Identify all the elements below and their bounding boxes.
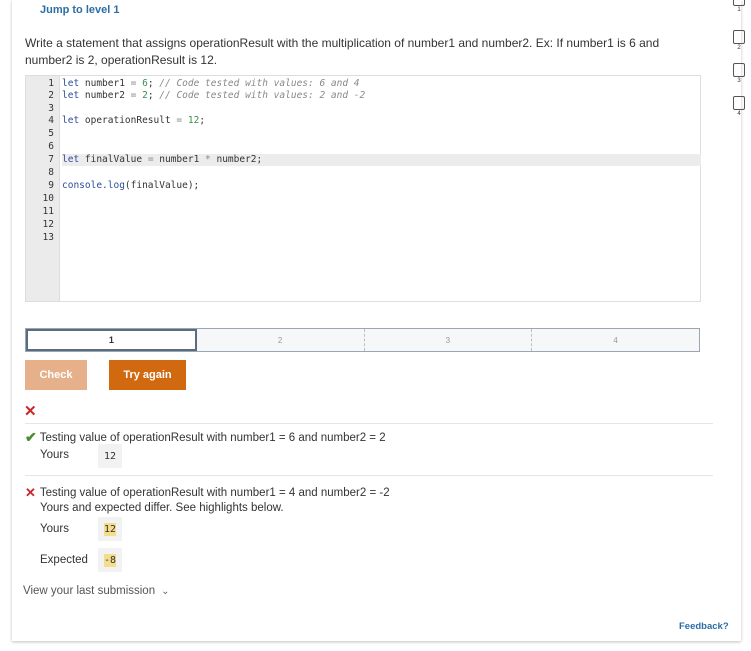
code-line-2: let number2 = 2; // Code tested with val… <box>62 90 366 101</box>
line-number: 8 <box>48 167 54 178</box>
level-2-segment[interactable]: 2 <box>197 329 365 351</box>
level-3-segment[interactable]: 3 <box>365 329 533 351</box>
side-level-3[interactable]: 3 <box>731 63 747 84</box>
code-line-1: let number1 = 6; // Code tested with val… <box>62 78 360 89</box>
test-2-yours-label: Yours <box>40 523 69 535</box>
code-line-9: console.log(finalValue); <box>62 180 200 191</box>
code-line-7: let finalValue = number1 * number2; <box>62 154 701 166</box>
x-mark-icon: ✕ <box>25 485 36 500</box>
test-2-expected-label: Expected <box>40 554 88 566</box>
level-box-icon <box>733 96 745 110</box>
test-2-title: ✕ Testing value of operationResult with … <box>25 485 390 500</box>
try-again-button[interactable]: Try again <box>109 360 186 390</box>
line-number: 13 <box>42 232 54 243</box>
jump-to-level-link[interactable]: Jump to level 1 <box>40 4 119 16</box>
code-line-4: let operationResult = 12; <box>62 115 206 126</box>
line-number: 2 <box>48 90 54 101</box>
line-number: 5 <box>48 128 54 139</box>
test-2-expected-value: -8 <box>98 548 123 572</box>
code-editor[interactable]: 1 2 3 4 5 6 7 8 9 10 11 12 13 let number… <box>25 75 701 302</box>
line-number: 11 <box>42 206 54 217</box>
feedback-link[interactable]: Feedback? <box>679 621 729 632</box>
fail-status-icon: ✕ <box>24 403 37 420</box>
line-number-gutter: 1 2 3 4 5 6 7 8 9 10 11 12 13 <box>26 76 60 301</box>
view-last-submission-toggle[interactable]: View your last submission ⌄ <box>23 585 169 597</box>
chevron-down-icon: ⌄ <box>161 585 170 597</box>
level-4-segment[interactable]: 4 <box>532 329 699 351</box>
checkmark-icon: ✔ <box>25 429 37 445</box>
test-1-title: ✔ Testing value of operationResult with … <box>25 429 386 445</box>
test-1-yours-value: 12 <box>98 444 123 468</box>
level-box-icon <box>733 63 745 77</box>
line-number: 6 <box>48 141 54 152</box>
level-box-icon <box>733 0 745 6</box>
level-box-icon <box>733 30 745 44</box>
line-number: 10 <box>42 193 54 204</box>
side-level-2[interactable]: 2 <box>731 30 747 51</box>
line-number: 4 <box>48 115 54 126</box>
line-number: 3 <box>48 103 54 114</box>
divider <box>25 423 713 424</box>
level-1-segment[interactable]: 1 <box>26 329 197 351</box>
line-number: 12 <box>42 219 54 230</box>
test-1-yours-label: Yours <box>40 449 69 461</box>
test-2-description: Yours and expected differ. See highlight… <box>40 502 284 514</box>
check-button[interactable]: Check <box>25 360 87 390</box>
line-number: 9 <box>48 180 54 191</box>
level-progress-bar: 1 2 3 4 <box>25 328 700 352</box>
problem-prompt: Write a statement that assigns operation… <box>25 36 660 67</box>
side-level-1[interactable]: 1 <box>731 0 747 13</box>
line-number: 7 <box>48 154 54 165</box>
test-2-yours-value: 12 <box>98 517 123 541</box>
side-level-4[interactable]: 4 <box>731 96 747 117</box>
divider <box>25 475 713 476</box>
line-number: 1 <box>48 78 54 89</box>
